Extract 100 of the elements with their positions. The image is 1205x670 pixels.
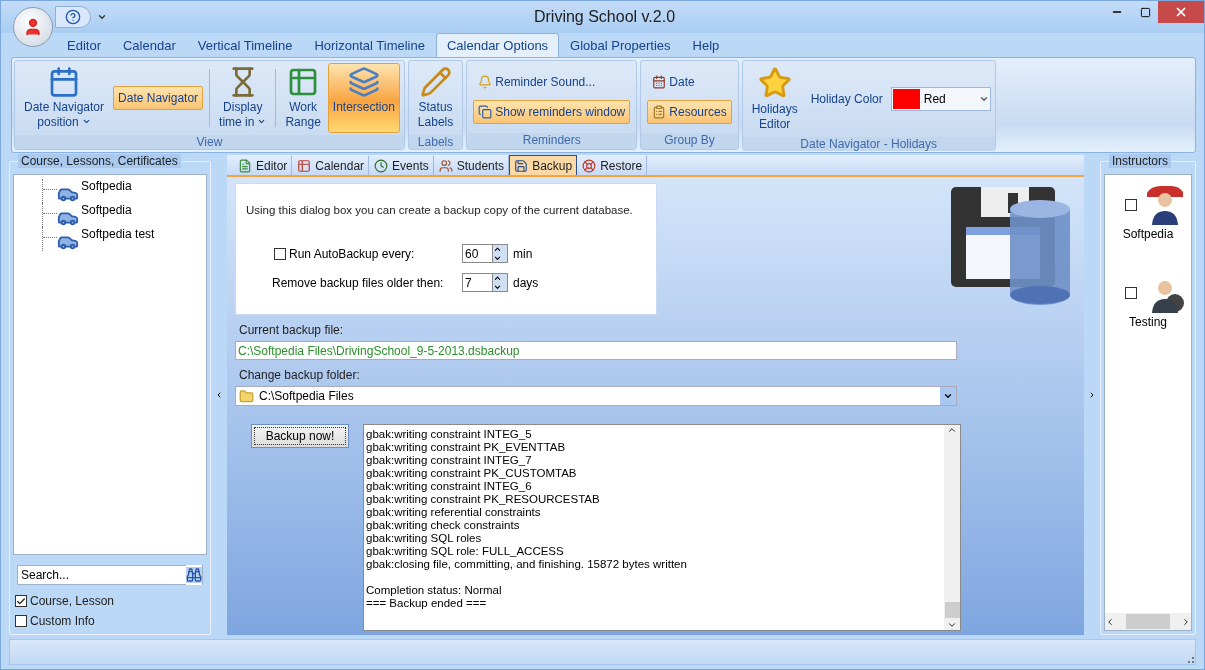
content-tab[interactable]: Backup xyxy=(509,155,578,175)
backup-now-button[interactable]: Backup now! xyxy=(251,424,349,448)
ribbon-tab[interactable]: Vertical Timeline xyxy=(186,33,304,57)
scroll-right-icon[interactable] xyxy=(1181,616,1191,627)
unit-label: days xyxy=(513,275,539,290)
scroll-thumb[interactable] xyxy=(1126,614,1170,629)
folder-dropdown[interactable]: C:\Softpedia Files xyxy=(235,386,957,406)
layers-icon xyxy=(347,66,380,98)
log-line: gbak:closing file, committing, and finishing. 15872 bytes written xyxy=(366,558,688,571)
spin-up-icon[interactable] xyxy=(493,245,502,254)
checkbox[interactable] xyxy=(1125,199,1137,211)
log-line: gbak:writing SQL roles xyxy=(366,532,483,545)
folder-icon xyxy=(239,388,254,404)
scroll-left-icon[interactable] xyxy=(1105,616,1115,627)
checkbox-label: Course, Lesson xyxy=(30,594,115,608)
backup-file-field[interactable]: C:\Softpedia Files\DrivingSchool_9-5-2013.dsbackup xyxy=(235,341,957,360)
ribbon-button[interactable]: Date xyxy=(647,70,732,94)
checkbox[interactable] xyxy=(15,595,27,607)
windows-icon xyxy=(478,105,493,119)
help-icon xyxy=(65,9,81,25)
checkbox[interactable] xyxy=(1125,287,1137,299)
people-icon xyxy=(438,158,453,173)
ribbon-button[interactable]: Resources xyxy=(647,100,732,124)
caret-icon xyxy=(978,94,989,104)
ribbon-button[interactable]: Show reminders window xyxy=(473,100,631,124)
log-line: gbak:writing referential constraints xyxy=(366,506,542,519)
floppy-icon xyxy=(514,158,529,173)
ribbon-tab[interactable]: Editor xyxy=(56,33,112,57)
checkbox-label: Run AutoBackup every: xyxy=(289,246,415,261)
log-line: gbak:writing constraint PK_RESOURCESTAB xyxy=(366,493,601,506)
log-line: gbak:writing constraint INTEG_6 xyxy=(366,480,533,493)
field-label: Change backup folder: xyxy=(239,368,361,382)
help-button[interactable] xyxy=(55,6,91,28)
ribbon-button[interactable]: Date Navigator xyxy=(113,86,204,110)
field-label: Remove backup files older then: xyxy=(272,275,444,290)
search-field[interactable]: Search... xyxy=(17,565,186,585)
tree-item[interactable]: Softpedia xyxy=(81,203,132,217)
quick-access-caret-icon[interactable] xyxy=(97,12,107,22)
user-icon xyxy=(23,17,43,37)
group-title: View xyxy=(15,135,404,149)
ribbon-button[interactable]: Work Range xyxy=(280,63,326,133)
checkbox[interactable] xyxy=(15,615,27,627)
app-menu-button[interactable] xyxy=(13,7,53,47)
tree-item[interactable]: Softpedia xyxy=(81,179,132,193)
color-dropdown[interactable]: Red xyxy=(890,87,991,111)
ribbon-button[interactable]: Intersection xyxy=(327,63,400,133)
log-line: gbak:writing SQL role: FULL_ACCESS xyxy=(366,545,565,558)
tree-item[interactable]: Softpedia test xyxy=(81,227,155,241)
caret-icon xyxy=(943,391,953,401)
ribbon-button[interactable]: Display time in xyxy=(214,63,272,133)
clipboard-icon xyxy=(652,105,667,119)
group-title: Labels xyxy=(408,135,463,149)
clock-icon xyxy=(374,158,389,173)
group-title: Group By xyxy=(641,133,738,149)
checkbox[interactable] xyxy=(274,247,286,260)
number-field[interactable]: 7 xyxy=(462,273,492,292)
log-line: gbak:writing check constraints xyxy=(366,519,521,532)
collapse-left-icon[interactable] xyxy=(215,390,223,400)
ribbon-tab[interactable]: Calendar xyxy=(111,33,187,57)
bell-icon xyxy=(478,75,493,89)
unit-label: min xyxy=(513,246,533,261)
content-tab[interactable]: Editor xyxy=(233,155,293,175)
log-line: === Backup ended === xyxy=(366,597,488,610)
ribbon-tab[interactable]: Calendar Options xyxy=(435,33,560,57)
document-icon xyxy=(238,158,252,173)
calendar-icon xyxy=(652,75,667,89)
scrollbar[interactable] xyxy=(1105,613,1191,630)
scroll-up-icon[interactable] xyxy=(947,425,957,435)
table-icon xyxy=(297,158,312,173)
content-tab[interactable]: Restore xyxy=(577,155,648,175)
star-icon xyxy=(757,66,792,100)
number-field[interactable]: 60 xyxy=(462,244,492,263)
spin-up-icon[interactable] xyxy=(493,274,502,283)
group-title: Reminders xyxy=(467,133,637,149)
collapse-right-icon[interactable] xyxy=(1088,390,1096,400)
resize-grip-icon xyxy=(1185,654,1195,664)
binoculars-icon[interactable] xyxy=(186,567,202,583)
scrollbar[interactable] xyxy=(944,425,960,630)
log-line: gbak:writing constraint PK_CUSTOMTAB xyxy=(366,467,578,480)
content-tab[interactable]: Calendar xyxy=(292,155,370,175)
close-icon xyxy=(1174,5,1188,19)
window-title: Driving School v.2.0 xyxy=(532,8,677,26)
scroll-thumb[interactable] xyxy=(944,602,960,618)
instructor-name[interactable]: Softpedia xyxy=(1122,227,1174,241)
ribbon-tab[interactable]: Global Properties xyxy=(559,33,682,57)
content-tab[interactable]: Events xyxy=(369,155,434,175)
log-line: gbak:writing constraint INTEG_7 xyxy=(366,454,533,467)
lifebuoy-icon xyxy=(582,158,597,173)
ribbon-tab[interactable]: Help xyxy=(681,33,731,57)
group-title: Date Navigator - Holidays xyxy=(742,137,995,151)
ribbon-button[interactable]: Date Navigator position xyxy=(19,63,110,133)
ribbon-tab[interactable]: Horizontal Timeline xyxy=(303,33,436,57)
scroll-down-icon[interactable] xyxy=(947,620,957,630)
panel-title: Instructors xyxy=(1109,154,1171,168)
log-line: gbak:writing constraint PK_EVENTTAB xyxy=(366,441,567,454)
instructor-name[interactable]: Testing xyxy=(1129,315,1167,329)
ribbon-button[interactable]: Holidays Editor xyxy=(746,63,803,135)
pencil-icon xyxy=(419,66,452,98)
ribbon-button[interactable]: Status Labels xyxy=(412,63,459,133)
ribbon-button[interactable]: Reminder Sound... xyxy=(473,70,631,94)
